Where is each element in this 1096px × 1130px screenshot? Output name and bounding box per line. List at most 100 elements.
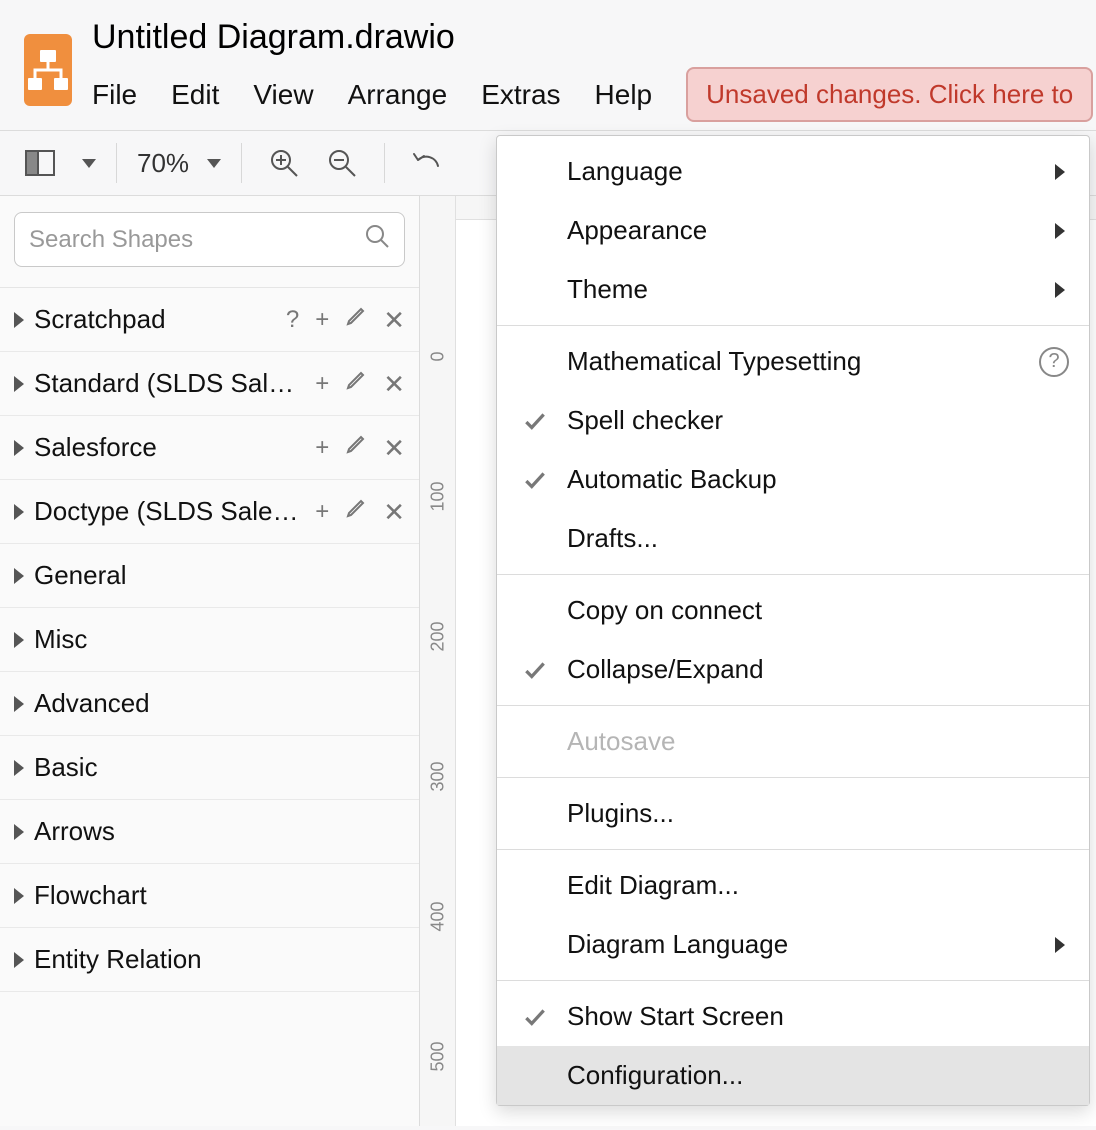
menu-edit[interactable]: Edit xyxy=(171,79,219,111)
menu-item-label: Drafts... xyxy=(567,523,1069,554)
menu-extras[interactable]: Extras xyxy=(481,79,560,111)
shape-sidebar: Scratchpad ? + ✕ Standard (SLDS Sal… + ✕… xyxy=(0,196,420,1126)
menu-math-typesetting[interactable]: Mathematical Typesetting? xyxy=(497,332,1089,391)
ruler-tick: 0 xyxy=(428,339,449,375)
zoom-out-button[interactable] xyxy=(320,141,364,185)
menu-item-label: Configuration... xyxy=(567,1060,1069,1091)
zoom-select[interactable]: 70% xyxy=(137,148,221,179)
menu-item-label: Mathematical Typesetting xyxy=(567,346,1025,377)
menu-spell-checker[interactable]: Spell checker xyxy=(497,391,1089,450)
edit-icon[interactable] xyxy=(345,369,367,398)
check-icon xyxy=(517,467,553,493)
menu-item-label: Theme xyxy=(567,274,1041,305)
document-title[interactable]: Untitled Diagram.drawio xyxy=(92,18,1093,57)
close-icon[interactable]: ✕ xyxy=(383,371,405,397)
chevron-right-icon xyxy=(14,824,24,840)
menu-item-label: Autosave xyxy=(567,726,1069,757)
chevron-right-icon xyxy=(14,376,24,392)
menu-view[interactable]: View xyxy=(253,79,313,111)
search-icon[interactable] xyxy=(364,223,390,256)
ruler-vertical: 0 100 200 300 400 500 xyxy=(420,196,456,1126)
chevron-right-icon xyxy=(14,568,24,584)
menu-item-label: Appearance xyxy=(567,215,1041,246)
menu-drafts[interactable]: Drafts... xyxy=(497,509,1089,568)
help-icon[interactable]: ? xyxy=(1039,347,1069,377)
menu-theme[interactable]: Theme xyxy=(497,260,1089,319)
sidebar-item-standard-slds[interactable]: Standard (SLDS Sal… + ✕ xyxy=(0,352,419,416)
menu-item-label: Plugins... xyxy=(567,798,1069,829)
menu-automatic-backup[interactable]: Automatic Backup xyxy=(497,450,1089,509)
check-icon xyxy=(517,1004,553,1030)
unsaved-banner[interactable]: Unsaved changes. Click here to xyxy=(686,67,1093,122)
edit-icon[interactable] xyxy=(345,497,367,526)
close-icon[interactable]: ✕ xyxy=(383,435,405,461)
separator xyxy=(497,849,1089,850)
menu-copy-on-connect[interactable]: Copy on connect xyxy=(497,581,1089,640)
chevron-right-icon xyxy=(14,312,24,328)
menu-item-label: Language xyxy=(567,156,1041,187)
sidebar-item-label: Advanced xyxy=(34,688,405,719)
extras-dropdown: Language Appearance Theme Mathematical T… xyxy=(496,135,1090,1106)
check-icon xyxy=(517,657,553,683)
sidebar-item-salesforce[interactable]: Salesforce + ✕ xyxy=(0,416,419,480)
menu-item-label: Edit Diagram... xyxy=(567,870,1069,901)
menu-configuration[interactable]: Configuration... xyxy=(497,1046,1089,1105)
plus-icon[interactable]: + xyxy=(315,370,329,398)
sidebar-item-flowchart[interactable]: Flowchart xyxy=(0,864,419,928)
menubar: File Edit View Arrange Extras Help Unsav… xyxy=(92,67,1093,122)
chevron-right-icon xyxy=(1055,282,1065,298)
sidebar-item-label: Doctype (SLDS Sale… xyxy=(34,496,305,527)
help-icon[interactable]: ? xyxy=(286,306,299,334)
menu-collapse-expand[interactable]: Collapse/Expand xyxy=(497,640,1089,699)
menu-appearance[interactable]: Appearance xyxy=(497,201,1089,260)
plus-icon[interactable]: + xyxy=(315,498,329,526)
sidebar-item-misc[interactable]: Misc xyxy=(0,608,419,672)
ruler-tick: 400 xyxy=(428,899,449,935)
sidebar-item-basic[interactable]: Basic xyxy=(0,736,419,800)
chevron-right-icon xyxy=(1055,223,1065,239)
menu-edit-diagram[interactable]: Edit Diagram... xyxy=(497,856,1089,915)
sidebar-toggle-caret-icon[interactable] xyxy=(82,159,96,168)
sidebar-toggle-button[interactable] xyxy=(18,141,62,185)
chevron-right-icon xyxy=(14,888,24,904)
edit-icon[interactable] xyxy=(345,305,367,334)
menu-file[interactable]: File xyxy=(92,79,137,111)
search-input[interactable] xyxy=(29,226,364,254)
sidebar-item-scratchpad[interactable]: Scratchpad ? + ✕ xyxy=(0,288,419,352)
edit-icon[interactable] xyxy=(345,433,367,462)
ruler-tick: 200 xyxy=(428,619,449,655)
separator xyxy=(497,574,1089,575)
menu-diagram-language[interactable]: Diagram Language xyxy=(497,915,1089,974)
chevron-right-icon xyxy=(1055,164,1065,180)
search-shapes-box[interactable] xyxy=(14,212,405,267)
menu-arrange[interactable]: Arrange xyxy=(348,79,448,111)
chevron-right-icon xyxy=(14,696,24,712)
chevron-right-icon xyxy=(14,760,24,776)
sidebar-item-advanced[interactable]: Advanced xyxy=(0,672,419,736)
sidebar-item-arrows[interactable]: Arrows xyxy=(0,800,419,864)
menu-help[interactable]: Help xyxy=(595,79,653,111)
sidebar-item-label: Misc xyxy=(34,624,405,655)
menu-item-label: Automatic Backup xyxy=(567,464,1069,495)
menu-item-label: Show Start Screen xyxy=(567,1001,1069,1032)
menu-show-start-screen[interactable]: Show Start Screen xyxy=(497,987,1089,1046)
sidebar-item-doctype-slds[interactable]: Doctype (SLDS Sale… + ✕ xyxy=(0,480,419,544)
plus-icon[interactable]: + xyxy=(315,306,329,334)
sidebar-item-general[interactable]: General xyxy=(0,544,419,608)
separator xyxy=(497,777,1089,778)
menu-item-label: Copy on connect xyxy=(567,595,1069,626)
menu-item-label: Diagram Language xyxy=(567,929,1041,960)
sidebar-item-label: Entity Relation xyxy=(34,944,405,975)
undo-button[interactable] xyxy=(405,141,449,185)
zoom-in-button[interactable] xyxy=(262,141,306,185)
separator xyxy=(116,143,117,183)
app-logo xyxy=(24,34,72,106)
sidebar-item-label: Flowchart xyxy=(34,880,405,911)
plus-icon[interactable]: + xyxy=(315,434,329,462)
menu-language[interactable]: Language xyxy=(497,142,1089,201)
sidebar-item-entity-relation[interactable]: Entity Relation xyxy=(0,928,419,992)
close-icon[interactable]: ✕ xyxy=(383,307,405,333)
separator xyxy=(497,980,1089,981)
close-icon[interactable]: ✕ xyxy=(383,499,405,525)
menu-plugins[interactable]: Plugins... xyxy=(497,784,1089,843)
